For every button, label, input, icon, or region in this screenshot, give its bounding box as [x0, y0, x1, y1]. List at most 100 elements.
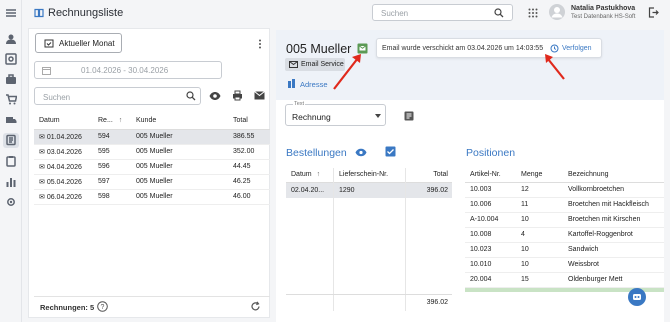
table-row[interactable]: ✉ 04.04.2026 596 005 Mueller 44.45 — [34, 159, 270, 175]
invoice-icon[interactable] — [5, 134, 17, 146]
eye-icon[interactable] — [355, 148, 367, 157]
mail-icon — [289, 61, 298, 68]
text-document-icon[interactable] — [404, 111, 414, 121]
sort-up-icon[interactable]: ↑ — [119, 117, 123, 124]
col-order-total[interactable]: Total — [404, 167, 452, 183]
position-article: A-10.004 — [465, 212, 516, 228]
apps-grid-icon[interactable] — [528, 8, 538, 18]
orders-table: Datum ↑ Lieferschein-Nr. Total 02.04.20..… — [286, 167, 452, 198]
row-date: 03.04.2026 — [46, 148, 82, 156]
col-article[interactable]: Artikel-Nr. — [465, 167, 516, 183]
envelope-icon: ✉ — [39, 178, 45, 186]
position-quantity: 10 — [516, 212, 563, 228]
list-search-input[interactable]: Suchen — [34, 87, 201, 105]
table-row[interactable]: 10.008 4 Kartoffel-Roggenbrot — [465, 227, 664, 243]
col-customer[interactable]: Kunde — [131, 112, 228, 130]
sort-up-icon[interactable]: ↑ — [317, 171, 321, 178]
gear-icon[interactable] — [5, 196, 17, 208]
date-range-field[interactable]: 01.04.2026 - 30.04.2026 — [34, 61, 222, 79]
target-icon[interactable] — [5, 53, 17, 65]
position-article: 10.008 — [465, 227, 516, 243]
bar-chart-icon[interactable] — [5, 176, 17, 188]
chevron-down-icon — [375, 114, 381, 118]
current-month-button[interactable]: Aktueller Monat — [35, 33, 122, 53]
table-row[interactable]: 02.04.20... 1290 396.02 — [286, 182, 452, 198]
envelope-icon: ✉ — [39, 163, 45, 171]
position-description: Broetchen mit Kirschen — [563, 212, 664, 228]
eye-icon[interactable] — [209, 91, 221, 101]
table-row[interactable]: 10.003 12 Vollkornbroetchen — [465, 182, 664, 198]
table-row[interactable]: 10.023 10 Sandwich — [465, 242, 664, 258]
table-row[interactable]: 10.010 10 Weissbrot — [465, 257, 664, 273]
logout-icon[interactable] — [648, 7, 659, 18]
table-row[interactable]: ✉ 03.04.2026 595 005 Mueller 352.00 — [34, 144, 270, 160]
table-row[interactable]: ✉ 01.04.2026 594 005 Mueller 386.55 — [34, 129, 270, 145]
order-date: 02.04.20... — [291, 186, 325, 194]
col-quantity[interactable]: Menge — [516, 167, 563, 183]
position-article: 10.023 — [465, 242, 516, 258]
briefcase-icon[interactable] — [5, 73, 17, 85]
col-order-date[interactable]: Datum ↑ — [286, 167, 334, 183]
position-quantity: 12 — [516, 182, 563, 198]
position-quantity: 11 — [516, 197, 563, 213]
row-number: 597 — [93, 174, 131, 190]
chatbot-button[interactable] — [628, 288, 646, 306]
cart-icon[interactable] — [5, 93, 17, 105]
order-total: 396.02 — [426, 186, 448, 194]
position-description: Broetchen mit Hackfleisch — [563, 197, 664, 213]
position-quantity: 10 — [516, 257, 563, 273]
address-label: Adresse — [300, 80, 328, 89]
email-notice-text: Email wurde verschickt am 03.04.2026 um … — [382, 45, 544, 52]
robot-icon — [633, 294, 641, 300]
row-number: 595 — [93, 144, 131, 160]
orders-sum-row: 396.02 — [286, 294, 452, 311]
print-icon[interactable] — [232, 90, 243, 101]
row-customer: 005 Mueller — [131, 129, 228, 145]
column-divider — [333, 168, 334, 311]
row-number: 598 — [93, 189, 131, 205]
row-total: 46.25 — [228, 174, 270, 190]
svg-text:?: ? — [101, 304, 105, 311]
position-quantity: 10 — [516, 242, 563, 258]
col-total[interactable]: Total — [228, 112, 270, 130]
track-link[interactable]: Verfolgen — [562, 45, 592, 52]
global-search-input[interactable]: Suchen — [372, 4, 513, 21]
row-date: 04.04.2026 — [46, 163, 82, 171]
position-quantity: 4 — [516, 227, 563, 243]
clipboard-icon[interactable] — [5, 155, 17, 167]
list-search-placeholder: Suchen — [43, 93, 71, 102]
mail-icon[interactable] — [254, 91, 265, 100]
row-number: 594 — [93, 129, 131, 145]
table-row[interactable]: ✉ 05.04.2026 597 005 Mueller 46.25 — [34, 174, 270, 190]
col-date[interactable]: Datum — [34, 112, 93, 130]
col-description[interactable]: Bezeichnung — [563, 167, 664, 183]
envelope-icon: ✉ — [39, 193, 45, 201]
table-row[interactable]: 20.004 15 Oldenburger Mett — [465, 272, 664, 288]
table-header: Artikel-Nr. Menge Bezeichnung — [465, 167, 664, 183]
refresh-icon[interactable] — [250, 301, 261, 312]
help-icon[interactable]: ? — [97, 301, 108, 312]
envelope-icon: ✉ — [39, 148, 45, 156]
more-vertical-icon[interactable] — [258, 39, 262, 49]
truck-icon[interactable] — [5, 114, 17, 126]
avatar[interactable] — [549, 4, 565, 20]
annotation-arrow — [333, 54, 361, 90]
book-icon — [34, 8, 44, 18]
table-row[interactable]: 10.006 11 Broetchen mit Hackfleisch — [465, 197, 664, 213]
search-icon[interactable] — [494, 8, 504, 18]
person-icon[interactable] — [5, 33, 17, 45]
col-delivery-number[interactable]: Lieferschein-Nr. — [334, 167, 404, 183]
position-description: Oldenburger Mett — [563, 272, 664, 288]
envelope-icon: ✉ — [39, 133, 45, 141]
row-number: 596 — [93, 159, 131, 175]
search-icon[interactable] — [186, 91, 196, 101]
col-number[interactable]: Re... ↑ — [93, 112, 131, 130]
table-row[interactable]: ✉ 06.04.2026 598 005 Mueller 46.00 — [34, 189, 270, 205]
menu-icon[interactable] — [5, 7, 17, 19]
checklist-icon[interactable] — [385, 146, 396, 157]
table-row[interactable]: A-10.004 10 Broetchen mit Kirschen — [465, 212, 664, 228]
position-article: 10.010 — [465, 257, 516, 273]
text-select[interactable]: Text Rechnung — [285, 101, 386, 126]
position-quantity: 15 — [516, 272, 563, 288]
table-header: Datum ↑ Lieferschein-Nr. Total — [286, 167, 452, 183]
